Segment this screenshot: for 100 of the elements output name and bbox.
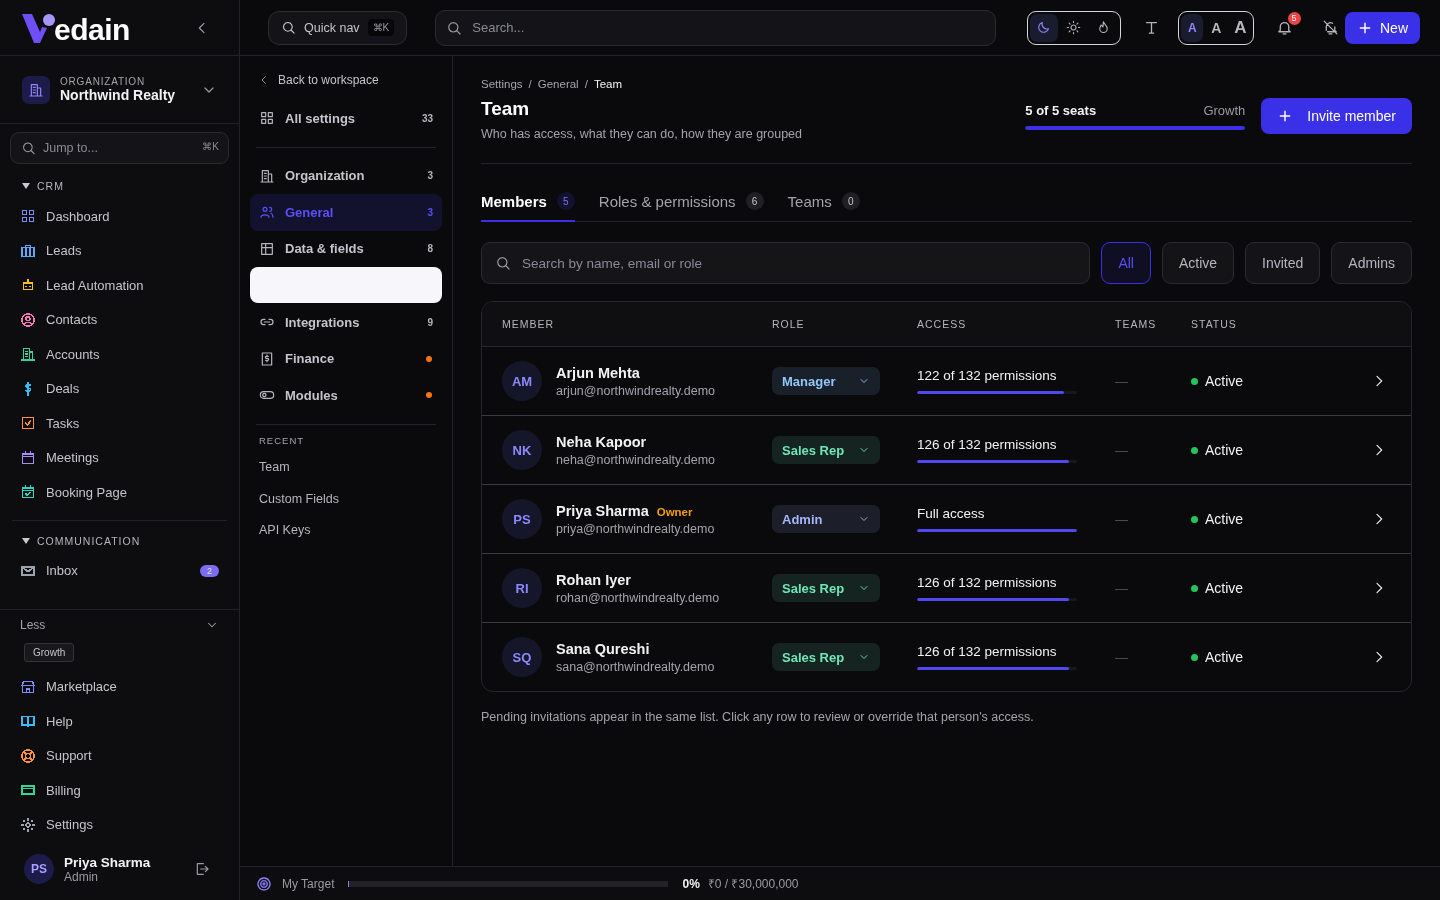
font-size-option[interactable]: A [1181, 13, 1204, 42]
teams-value: — [1115, 442, 1129, 458]
section-header[interactable]: COMMUNICATION [0, 532, 239, 549]
search-icon [281, 20, 296, 35]
breadcrumb-separator: / [528, 78, 532, 90]
sidebar-item[interactable]: Contacts [0, 302, 239, 337]
filter-chip[interactable]: Admins [1331, 242, 1412, 284]
member-name: Neha Kapoor [556, 433, 647, 450]
recent-link[interactable]: Team [250, 451, 442, 483]
sidebar-item[interactable]: Marketplace [0, 669, 239, 704]
invite-member-button[interactable]: Invite member [1261, 98, 1412, 134]
status-dot [426, 355, 432, 362]
font-size-option[interactable]: A [1205, 13, 1228, 42]
recent-link[interactable]: API Keys [250, 514, 442, 546]
section-header[interactable]: CRM [0, 178, 239, 194]
organization-label: ORGANIZATION [60, 76, 146, 87]
logout-icon [194, 861, 210, 877]
status-label: Active [1205, 511, 1244, 527]
tab[interactable]: Members 5 [481, 182, 575, 222]
role-dropdown[interactable]: Sales Rep [772, 643, 880, 671]
settings-nav-item[interactable]: Finance [250, 340, 442, 377]
filter-chip[interactable]: All [1101, 242, 1151, 284]
sidebar-item[interactable]: Help [0, 704, 239, 739]
member-email: arjun@northwindrealty.demo [556, 383, 716, 398]
settings-nav-item[interactable]: Organization 3 [250, 157, 442, 194]
teams-value: — [1115, 373, 1129, 389]
breadcrumb-link[interactable]: Settings [481, 78, 523, 90]
seats-count: 5 of 5 seats [1025, 103, 1097, 118]
target-amount: ₹0 / ₹30,000,000 [707, 876, 799, 892]
member-email: rohan@northwindrealty.demo [556, 590, 720, 605]
settings-nav-item[interactable]: All settings 33 [250, 100, 442, 137]
teams-value: — [1115, 511, 1129, 527]
member-row[interactable]: PS Priya Sharma Owner priya@northwindrealty.demo Admin Full access — Active [482, 485, 1411, 554]
teams-value: — [1115, 580, 1129, 596]
sidebar-item[interactable]: Billing [0, 773, 239, 808]
receipt-icon [259, 350, 275, 367]
member-row[interactable]: AM Arjun Mehta arjun@northwindrealty.demo Manager 122 of 132 permissions — Active [482, 347, 1411, 416]
member-row[interactable]: NK Neha Kapoor neha@northwindrealty.demo Sales Rep 126 of 132 permissions — Active [482, 416, 1411, 485]
tab[interactable]: Teams 0 [787, 182, 860, 222]
recent-link[interactable]: Custom Fields [250, 483, 442, 515]
sidebar-item[interactable]: Settings [0, 807, 239, 842]
member-name: Rohan Iyer [556, 571, 631, 588]
member-search-field[interactable]: Search by name, email or role [481, 242, 1091, 284]
page-title: Team [481, 98, 531, 120]
logo-text: edain [54, 14, 130, 45]
less-toggle[interactable]: Less [0, 609, 239, 640]
sidebar-item[interactable]: Support [0, 738, 239, 773]
notifications-button[interactable]: 5 [1270, 12, 1300, 43]
status-dot [1191, 653, 1198, 661]
status-label: Active [1205, 649, 1244, 665]
grid-icon [259, 110, 275, 127]
font-size-option[interactable]: A [1229, 13, 1252, 42]
owner-tag: Owner [656, 505, 693, 518]
status-dot [1191, 377, 1198, 385]
organization-switcher[interactable]: ORGANIZATION Northwind Realty [0, 56, 239, 124]
theme-option[interactable] [1029, 13, 1058, 42]
user-role: Admin [64, 869, 99, 884]
member-row[interactable]: SQ Sana Qureshi sana@northwindrealty.demo Sales Rep 126 of 132 permissions — Active [482, 623, 1411, 691]
settings-nav-item[interactable]: Modules [250, 377, 442, 414]
users-icon [259, 204, 275, 221]
filter-chip[interactable]: Active [1161, 242, 1235, 284]
sidebar-item[interactable]: Leads [0, 233, 239, 268]
bell-off-icon [1321, 19, 1339, 36]
role-dropdown[interactable]: Sales Rep [772, 574, 880, 602]
column-header: STATUS [1191, 318, 1238, 330]
sidebar-item[interactable]: Accounts [0, 337, 239, 372]
target-label: My Target [282, 876, 335, 891]
sidebar-item[interactable]: Inbox 2 [0, 553, 239, 588]
member-avatar: RI [502, 568, 542, 608]
role-dropdown[interactable]: Manager [772, 367, 880, 395]
building-icon [259, 167, 275, 184]
member-row[interactable]: RI Rohan Iyer rohan@northwindrealty.demo Sales Rep 126 of 132 permissions — Active [482, 554, 1411, 623]
sidebar-item[interactable]: Dashboard [0, 199, 239, 234]
shortcut-hint: ⌘K [202, 141, 219, 152]
sidebar-item[interactable]: Deals [0, 371, 239, 406]
status-label: Active [1205, 580, 1244, 596]
bell-icon [1276, 19, 1294, 36]
sidebar-item[interactable]: Booking Page [0, 475, 239, 510]
quick-nav-button[interactable]: Quick nav ⌘K [268, 10, 408, 45]
breadcrumb-link[interactable]: Team [593, 78, 622, 90]
settings-nav-item[interactable]: Integrations 9 [250, 304, 442, 341]
breadcrumb-link[interactable]: General [537, 78, 579, 90]
sidebar-item[interactable]: Lead Automation [0, 268, 239, 303]
notification-count-badge: 5 [1287, 11, 1301, 25]
back-to-workspace-link[interactable]: Back to workspace [250, 72, 442, 88]
status-dot [1191, 515, 1198, 523]
role-dropdown[interactable]: Sales Rep [772, 436, 880, 464]
caret-icon [22, 536, 30, 545]
new-button[interactable]: New [1345, 11, 1420, 44]
sidebar-item[interactable]: Meetings [0, 440, 239, 475]
role-dropdown[interactable]: Admin [772, 505, 880, 533]
building-icon [28, 81, 44, 98]
sun-icon [1066, 20, 1082, 35]
member-avatar: AM [502, 361, 542, 401]
settings-nav-item[interactable]: Data & fields 8 [250, 230, 442, 267]
member-name: Priya Sharma [556, 502, 649, 519]
search-field[interactable]: Search... [435, 9, 996, 46]
tab[interactable]: Roles & permissions 6 [598, 182, 764, 222]
filter-chip[interactable]: Invited [1245, 242, 1321, 284]
sidebar-item[interactable]: Tasks [0, 406, 239, 441]
